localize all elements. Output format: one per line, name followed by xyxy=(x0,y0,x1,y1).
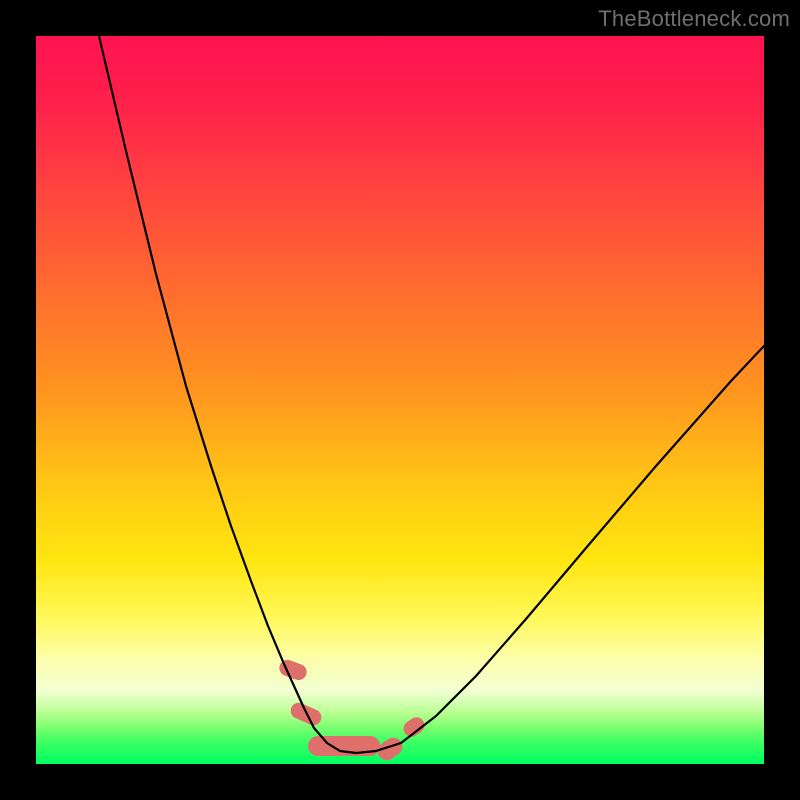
watermark-text: TheBottleneck.com xyxy=(598,6,790,32)
marker-bottom-bar xyxy=(308,736,380,756)
bottleneck-curve xyxy=(99,36,764,753)
chart-svg xyxy=(36,36,764,764)
chart-frame: TheBottleneck.com xyxy=(0,0,800,800)
marker-group xyxy=(277,658,427,764)
plot-area xyxy=(36,36,764,764)
